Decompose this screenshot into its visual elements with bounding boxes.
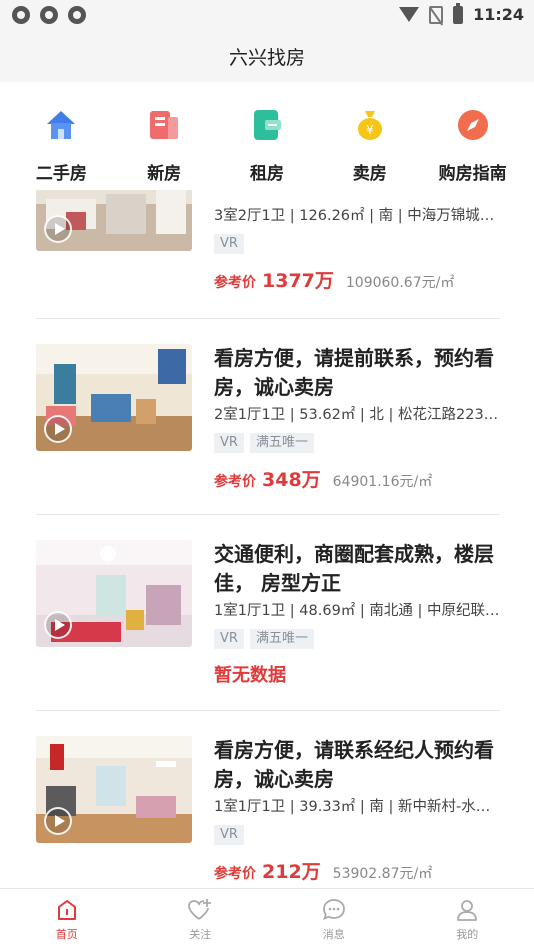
listing-card[interactable]: 3室2厅1卫 | 126.26㎡ | 南 | 中海万锦城… VR 参考价 137… — [36, 190, 500, 298]
listing-info: 看房方便，请联系经纪人预约看房，诚心卖房 1室1厅1卫 | 39.33㎡ | 南… — [214, 736, 504, 884]
tag-vr: VR — [214, 433, 244, 453]
listing-title: 看房方便，请提前联系，预约看房，诚心卖房 — [214, 346, 494, 399]
listing-photo — [36, 190, 192, 251]
listing-info: 看房方便，请提前联系，预约看房，诚心卖房 2室1厅1卫 | 53.62㎡ | 北… — [214, 344, 504, 492]
listing-title: 看房方便，请联系经纪人预约看房，诚心卖房 — [214, 738, 494, 791]
tag-vr: VR — [214, 234, 244, 254]
vr-play-icon — [44, 807, 72, 835]
bottom-tab-bar: 首页 关注 消息 我的 — [0, 888, 534, 949]
chat-bubble-icon — [321, 897, 347, 923]
listing-tags: VR — [214, 825, 504, 845]
notification-icons — [12, 6, 86, 24]
compass-icon — [453, 105, 493, 145]
unit-price: 64901.16元/㎡ — [332, 474, 433, 490]
category-label: 新房 — [147, 164, 182, 184]
category-label: 二手房 — [35, 164, 87, 184]
home-icon — [54, 897, 80, 923]
house-icon — [41, 105, 81, 145]
listing-meta: 2室1厅1卫 | 53.62㎡ | 北 | 松花江路223… — [214, 407, 499, 423]
divider — [36, 318, 500, 319]
tab-profile[interactable]: 我的 — [427, 889, 507, 949]
total-price: 348万 — [262, 469, 321, 491]
price-row: 参考价 348万 64901.16元/㎡ — [214, 465, 504, 492]
category-label: 租房 — [249, 164, 284, 184]
divider — [36, 710, 500, 711]
listing-card[interactable]: 看房方便，请提前联系，预约看房，诚心卖房 2室1厅1卫 | 53.62㎡ | 北… — [36, 344, 500, 514]
vr-play-icon — [44, 215, 72, 243]
listing-meta: 1室1厅1卫 | 48.69㎡ | 南北通 | 中原纪联… — [214, 603, 500, 619]
price-row: 参考价 212万 53902.87元/㎡ — [214, 857, 504, 884]
listing-tags: VR 满五唯一 — [214, 433, 504, 453]
tag-five-years-only: 满五唯一 — [249, 629, 314, 649]
category-nav: 二手房 新房 租房 ¥ 卖房 购房指南 — [0, 100, 534, 190]
category-new-home[interactable]: 新房 — [119, 100, 209, 190]
listing-list[interactable]: 3室2厅1卫 | 126.26㎡ | 南 | 中海万锦城… VR 参考价 137… — [0, 190, 534, 887]
wifi-icon — [399, 7, 420, 22]
listing-info: 3室2厅1卫 | 126.26㎡ | 南 | 中海万锦城… VR 参考价 137… — [214, 203, 504, 293]
vr-play-icon — [44, 415, 72, 443]
unit-price: 109060.67元/㎡ — [345, 275, 455, 291]
price-label: 参考价 — [214, 474, 256, 490]
listing-tags: VR — [214, 234, 504, 254]
clock: 11:24 — [473, 5, 524, 24]
tag-five-years-only: 满五唯一 — [249, 433, 314, 453]
vr-play-icon — [44, 611, 72, 639]
notification-icon — [40, 6, 58, 24]
tag-vr: VR — [214, 825, 244, 845]
status-bar: 11:24 — [0, 0, 534, 30]
divider — [36, 514, 500, 515]
listing-title: 交通便利，商圈配套成熟，楼层佳， 房型方正 — [214, 542, 494, 595]
total-price: 212万 — [262, 861, 321, 883]
price-label: 参考价 — [214, 275, 256, 291]
svg-text:¥: ¥ — [366, 123, 374, 137]
tag-vr: VR — [214, 629, 244, 649]
listing-meta: 1室1厅1卫 | 39.33㎡ | 南 | 新中新村-水… — [214, 799, 491, 815]
battery-icon — [453, 2, 464, 24]
category-second-hand[interactable]: 二手房 — [16, 100, 106, 190]
total-price: 1377万 — [262, 270, 334, 292]
building-icon — [144, 105, 184, 145]
money-bag-icon: ¥ — [350, 105, 390, 145]
heart-plus-icon — [187, 897, 213, 923]
listing-photo — [36, 344, 192, 451]
page-title: 六兴找房 — [228, 46, 305, 69]
no-sim-icon — [429, 5, 444, 24]
tab-messages[interactable]: 消息 — [294, 889, 374, 949]
price-label: 参考价 — [214, 866, 256, 882]
notification-icon — [12, 6, 30, 24]
category-rent[interactable]: 租房 — [222, 100, 312, 190]
user-icon — [454, 897, 480, 923]
tab-label: 消息 — [322, 928, 345, 941]
listing-card[interactable]: 看房方便，请联系经纪人预约看房，诚心卖房 1室1厅1卫 | 39.33㎡ | 南… — [36, 736, 500, 887]
category-label: 卖房 — [352, 164, 387, 184]
category-sell[interactable]: ¥ 卖房 — [325, 100, 415, 190]
price-row: 参考价 1377万 109060.67元/㎡ — [214, 266, 504, 293]
app-header: 六兴找房 — [0, 30, 534, 82]
wallet-icon — [247, 105, 287, 145]
tab-follow[interactable]: 关注 — [160, 889, 240, 949]
system-icons: 11:24 — [399, 2, 524, 24]
price-unavailable: 暂无数据 — [214, 665, 286, 686]
listing-photo — [36, 736, 192, 843]
listing-card[interactable]: 交通便利，商圈配套成熟，楼层佳， 房型方正 1室1厅1卫 | 48.69㎡ | … — [36, 540, 500, 710]
notification-icon — [68, 6, 86, 24]
tab-home[interactable]: 首页 — [27, 889, 107, 949]
listing-meta: 3室2厅1卫 | 126.26㎡ | 南 | 中海万锦城… — [214, 208, 495, 224]
unit-price: 53902.87元/㎡ — [332, 866, 433, 882]
tab-label: 关注 — [189, 928, 212, 941]
category-guide[interactable]: 购房指南 — [428, 100, 518, 190]
listing-info: 交通便利，商圈配套成熟，楼层佳， 房型方正 1室1厅1卫 | 48.69㎡ | … — [214, 540, 504, 687]
category-label: 购房指南 — [438, 164, 507, 184]
listing-photo — [36, 540, 192, 647]
tab-label: 首页 — [55, 928, 78, 941]
tab-label: 我的 — [456, 928, 479, 941]
listing-tags: VR 满五唯一 — [214, 629, 504, 649]
